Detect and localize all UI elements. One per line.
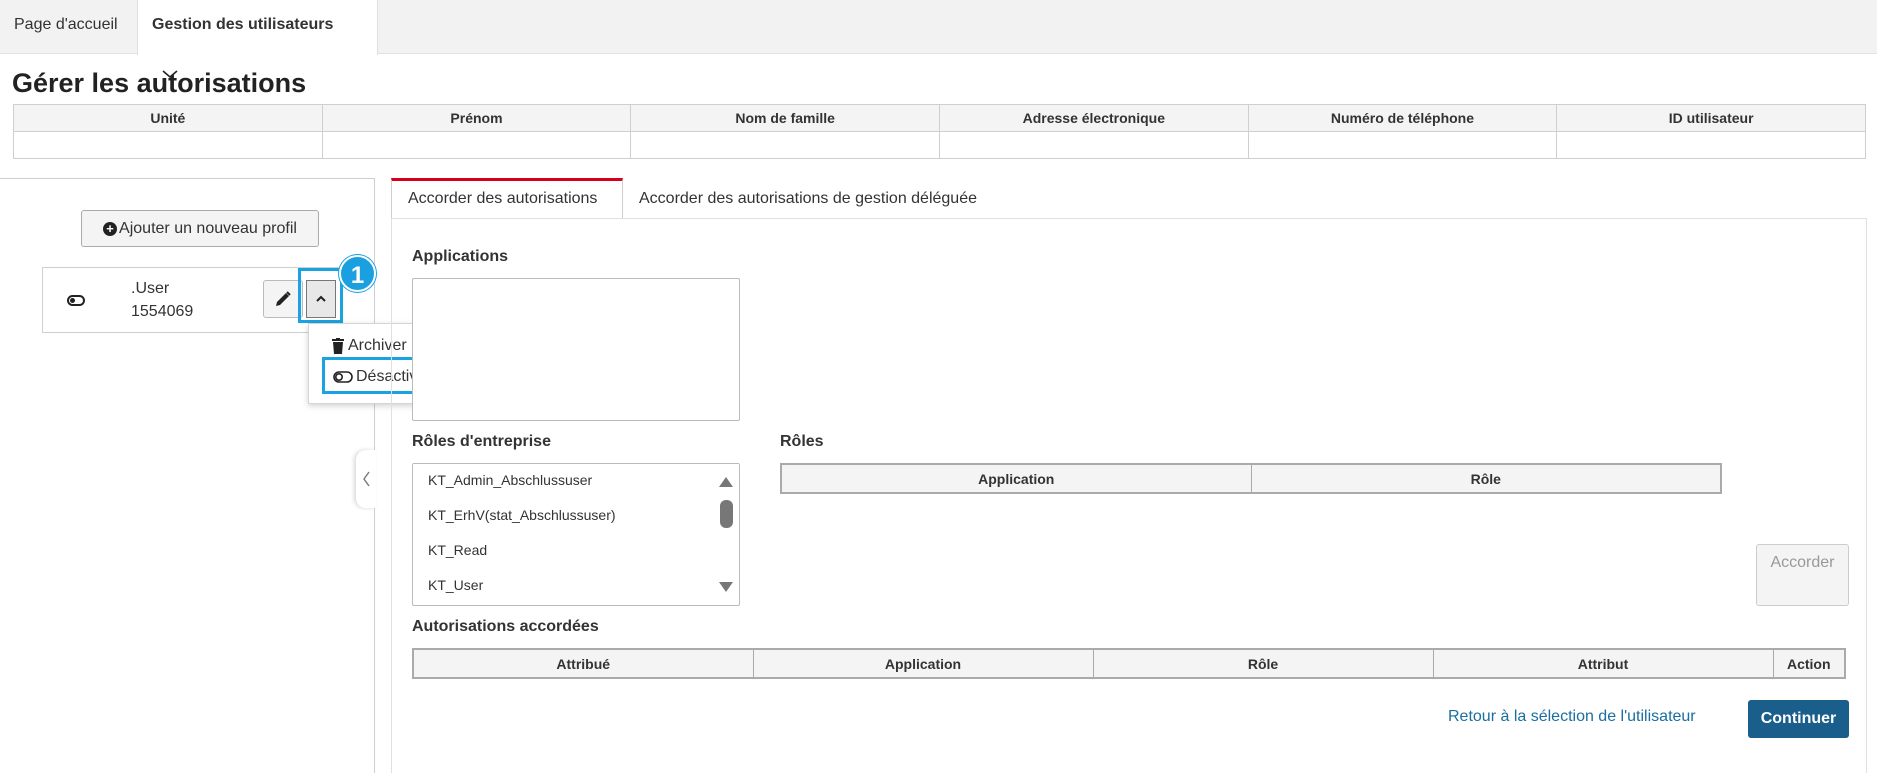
scroll-down-arrow-icon[interactable]	[719, 582, 733, 592]
list-item[interactable]: KT_Read	[428, 542, 487, 558]
tab-grant-label: Accorder des autorisations	[408, 190, 598, 207]
plus-circle-icon: +	[103, 221, 118, 236]
roles-label: Rôles	[780, 433, 824, 450]
add-profile-button[interactable]: + Ajouter un nouveau profil	[81, 210, 319, 247]
tab-grant-authorizations[interactable]: Accorder des autorisations	[391, 178, 623, 219]
user-info-table: Unité Prénom Nom de famille Adresse élec…	[13, 104, 1866, 159]
continue-button[interactable]: Continuer	[1748, 700, 1849, 738]
cell-last-name	[630, 131, 940, 159]
granted-authorizations-label: Autorisations accordées	[412, 618, 599, 635]
add-profile-label: Ajouter un nouveau profil	[119, 219, 297, 237]
edit-profile-button[interactable]	[263, 280, 303, 318]
nav-tab-user-management-label: Gestion des utilisateurs	[152, 16, 334, 33]
page-title: Gérer les autorisations	[12, 68, 307, 98]
applications-label: Applications	[412, 248, 509, 265]
nav-tab-home[interactable]: Page d'accueil	[0, 0, 137, 54]
col-header-role: Rôle	[1250, 463, 1722, 494]
granted-authorizations-table: Attribué Application Rôle Attribut Actio…	[412, 648, 1846, 679]
col-header-first-name: Prénom	[321, 104, 632, 132]
cell-unit	[13, 131, 323, 159]
scrollbar-thumb[interactable]	[720, 500, 733, 528]
col-header-last-name: Nom de famille	[630, 104, 940, 132]
col-header-assigned: Attribué	[412, 648, 754, 679]
annotation-highlight-1	[298, 268, 343, 323]
col-header-application: Application	[780, 463, 1252, 494]
list-item[interactable]: KT_ErhV(stat_Abschlussuser)	[428, 507, 616, 523]
collapse-panel-handle[interactable]	[356, 450, 376, 508]
top-navigation: Page d'accueil Gestion des utilisateurs	[0, 0, 1877, 79]
business-roles-label: Rôles d'entreprise	[412, 433, 551, 450]
cell-first-name	[321, 131, 632, 159]
col-header-phone: Numéro de téléphone	[1247, 104, 1558, 132]
list-item[interactable]: KT_User	[428, 577, 483, 593]
nav-tab-user-management[interactable]: Gestion des utilisateurs	[137, 0, 378, 79]
col-header-role: Rôle	[1092, 648, 1434, 679]
col-header-unit: Unité	[13, 104, 323, 132]
cell-user-id	[1556, 131, 1866, 159]
col-header-user-id: ID utilisateur	[1556, 104, 1866, 132]
annotation-badge-1: 1	[339, 255, 376, 292]
tab-grant-delegated[interactable]: Accorder des autorisations de gestion dé…	[623, 178, 993, 219]
profile-name: .User 1554069	[131, 277, 193, 323]
profile-name-line2: 1554069	[131, 303, 194, 320]
table-row	[13, 131, 1866, 159]
col-header-email: Adresse électronique	[938, 104, 1249, 132]
col-header-attribute: Attribut	[1432, 648, 1774, 679]
chevron-left-icon	[363, 471, 370, 487]
pencil-icon	[276, 291, 291, 306]
back-to-user-selection-link[interactable]: Retour à la sélection de l'utilisateur	[1448, 708, 1696, 726]
scroll-up-arrow-icon[interactable]	[719, 477, 733, 487]
cell-email	[938, 131, 1249, 159]
col-header-application: Application	[752, 648, 1094, 679]
nav-tab-home-label: Page d'accueil	[14, 16, 118, 33]
cell-phone	[1247, 131, 1558, 159]
applications-listbox[interactable]	[412, 278, 740, 421]
profile-name-line1: .User	[131, 280, 170, 297]
grant-button[interactable]: Accorder	[1756, 544, 1849, 606]
col-header-action: Action	[1772, 648, 1846, 679]
list-item[interactable]: KT_Admin_Abschlussuser	[428, 472, 592, 488]
roles-table: Application Rôle	[780, 463, 1722, 494]
trash-icon	[332, 338, 344, 354]
tab-delegated-label: Accorder des autorisations de gestion dé…	[639, 190, 977, 207]
profile-card[interactable]: .User 1554069	[42, 267, 342, 333]
business-roles-listbox[interactable]: KT_Admin_Abschlussuser KT_ErhV(stat_Absc…	[412, 463, 740, 606]
toggle-icon	[67, 295, 85, 306]
